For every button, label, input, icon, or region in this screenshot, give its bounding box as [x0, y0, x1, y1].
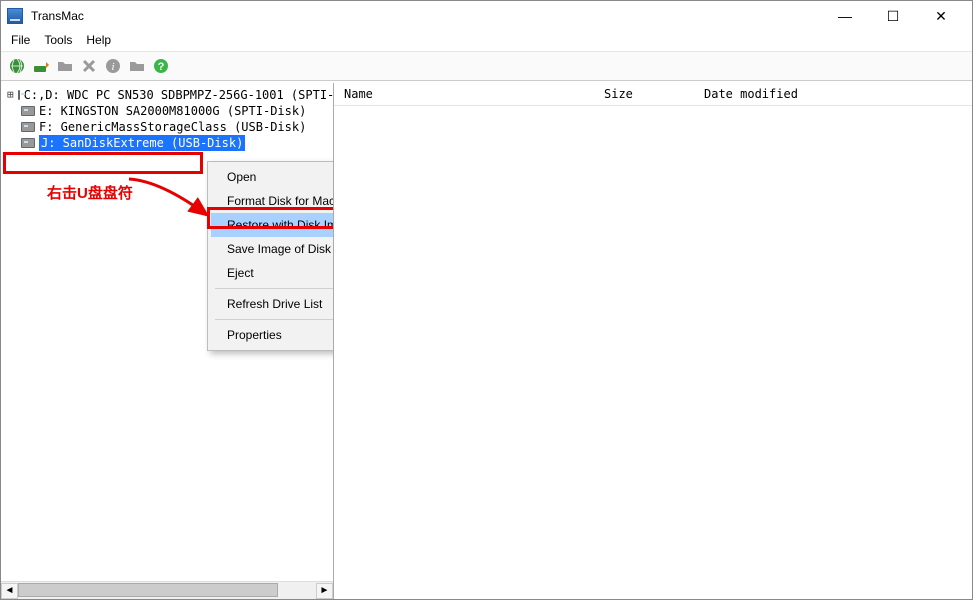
drive-tree-pane: ⊞ C:,D: WDC PC SN530 SDBPMPZ-256G-1001 (…: [1, 83, 334, 599]
window-title: TransMac: [31, 9, 830, 23]
maximize-button[interactable]: ☐: [878, 8, 908, 25]
toolbar: i ?: [1, 51, 972, 81]
tree-row[interactable]: E: KINGSTON SA2000M81000G (SPTI-Disk): [1, 103, 333, 119]
horizontal-scrollbar[interactable]: ◄ ►: [1, 581, 333, 599]
titlebar: TransMac — ☐ ✕: [1, 1, 972, 31]
drive-icon: [21, 122, 35, 132]
svg-text:i: i: [111, 61, 114, 73]
menu-file[interactable]: File: [11, 33, 30, 47]
folder-icon[interactable]: [55, 56, 75, 76]
drive-icon: [18, 90, 20, 100]
file-list-header[interactable]: Name Size Date modified: [334, 83, 972, 106]
ctx-open[interactable]: Open: [211, 165, 334, 189]
ctx-separator: [215, 319, 334, 320]
tree-item-label: C:,D: WDC PC SN530 SDBPMPZ-256G-1001 (SP…: [24, 87, 334, 103]
folder2-icon[interactable]: [127, 56, 147, 76]
scroll-left-icon[interactable]: ◄: [1, 583, 18, 599]
menu-help[interactable]: Help: [86, 33, 111, 47]
drive-export-icon[interactable]: [31, 56, 51, 76]
ctx-restore-disk-image[interactable]: Restore with Disk Image: [211, 213, 334, 237]
col-date[interactable]: Date modified: [704, 87, 972, 101]
scroll-thumb[interactable]: [18, 583, 278, 597]
tree-row-selected[interactable]: J: SanDiskExtreme (USB-Disk): [1, 135, 333, 151]
ctx-separator: [215, 288, 334, 289]
help-icon[interactable]: ?: [151, 56, 171, 76]
tree-item-label: J: SanDiskExtreme (USB-Disk): [39, 135, 245, 151]
tree-item-label: E: KINGSTON SA2000M81000G (SPTI-Disk): [39, 103, 306, 119]
content-area: ⊞ C:,D: WDC PC SN530 SDBPMPZ-256G-1001 (…: [1, 83, 972, 599]
col-size[interactable]: Size: [604, 87, 704, 101]
tree-row[interactable]: F: GenericMassStorageClass (USB-Disk): [1, 119, 333, 135]
ctx-save-image[interactable]: Save Image of Disk: [211, 237, 334, 261]
app-icon: [7, 8, 23, 24]
ctx-eject[interactable]: Eject: [211, 261, 334, 285]
ctx-format-disk[interactable]: Format Disk for Mac: [211, 189, 334, 213]
ctx-refresh[interactable]: Refresh Drive List: [211, 292, 334, 316]
menubar: File Tools Help: [1, 31, 972, 51]
scroll-track[interactable]: [18, 583, 316, 599]
col-name[interactable]: Name: [334, 87, 604, 101]
drive-icon: [21, 106, 35, 116]
menu-tools[interactable]: Tools: [44, 33, 72, 47]
context-menu: Open Format Disk for Mac Restore with Di…: [207, 161, 334, 351]
tree-item-label: F: GenericMassStorageClass (USB-Disk): [39, 119, 306, 135]
expand-icon[interactable]: ⊞: [7, 87, 14, 103]
drive-icon: [21, 138, 35, 148]
delete-x-icon[interactable]: [79, 56, 99, 76]
svg-text:?: ?: [158, 61, 165, 73]
minimize-button[interactable]: —: [830, 8, 860, 25]
scroll-right-icon[interactable]: ►: [316, 583, 333, 599]
globe-refresh-icon[interactable]: [7, 56, 27, 76]
close-button[interactable]: ✕: [926, 8, 956, 25]
info-icon[interactable]: i: [103, 56, 123, 76]
tree-row[interactable]: ⊞ C:,D: WDC PC SN530 SDBPMPZ-256G-1001 (…: [1, 87, 333, 103]
file-list-pane: Name Size Date modified: [334, 83, 972, 599]
ctx-properties[interactable]: Properties: [211, 323, 334, 347]
